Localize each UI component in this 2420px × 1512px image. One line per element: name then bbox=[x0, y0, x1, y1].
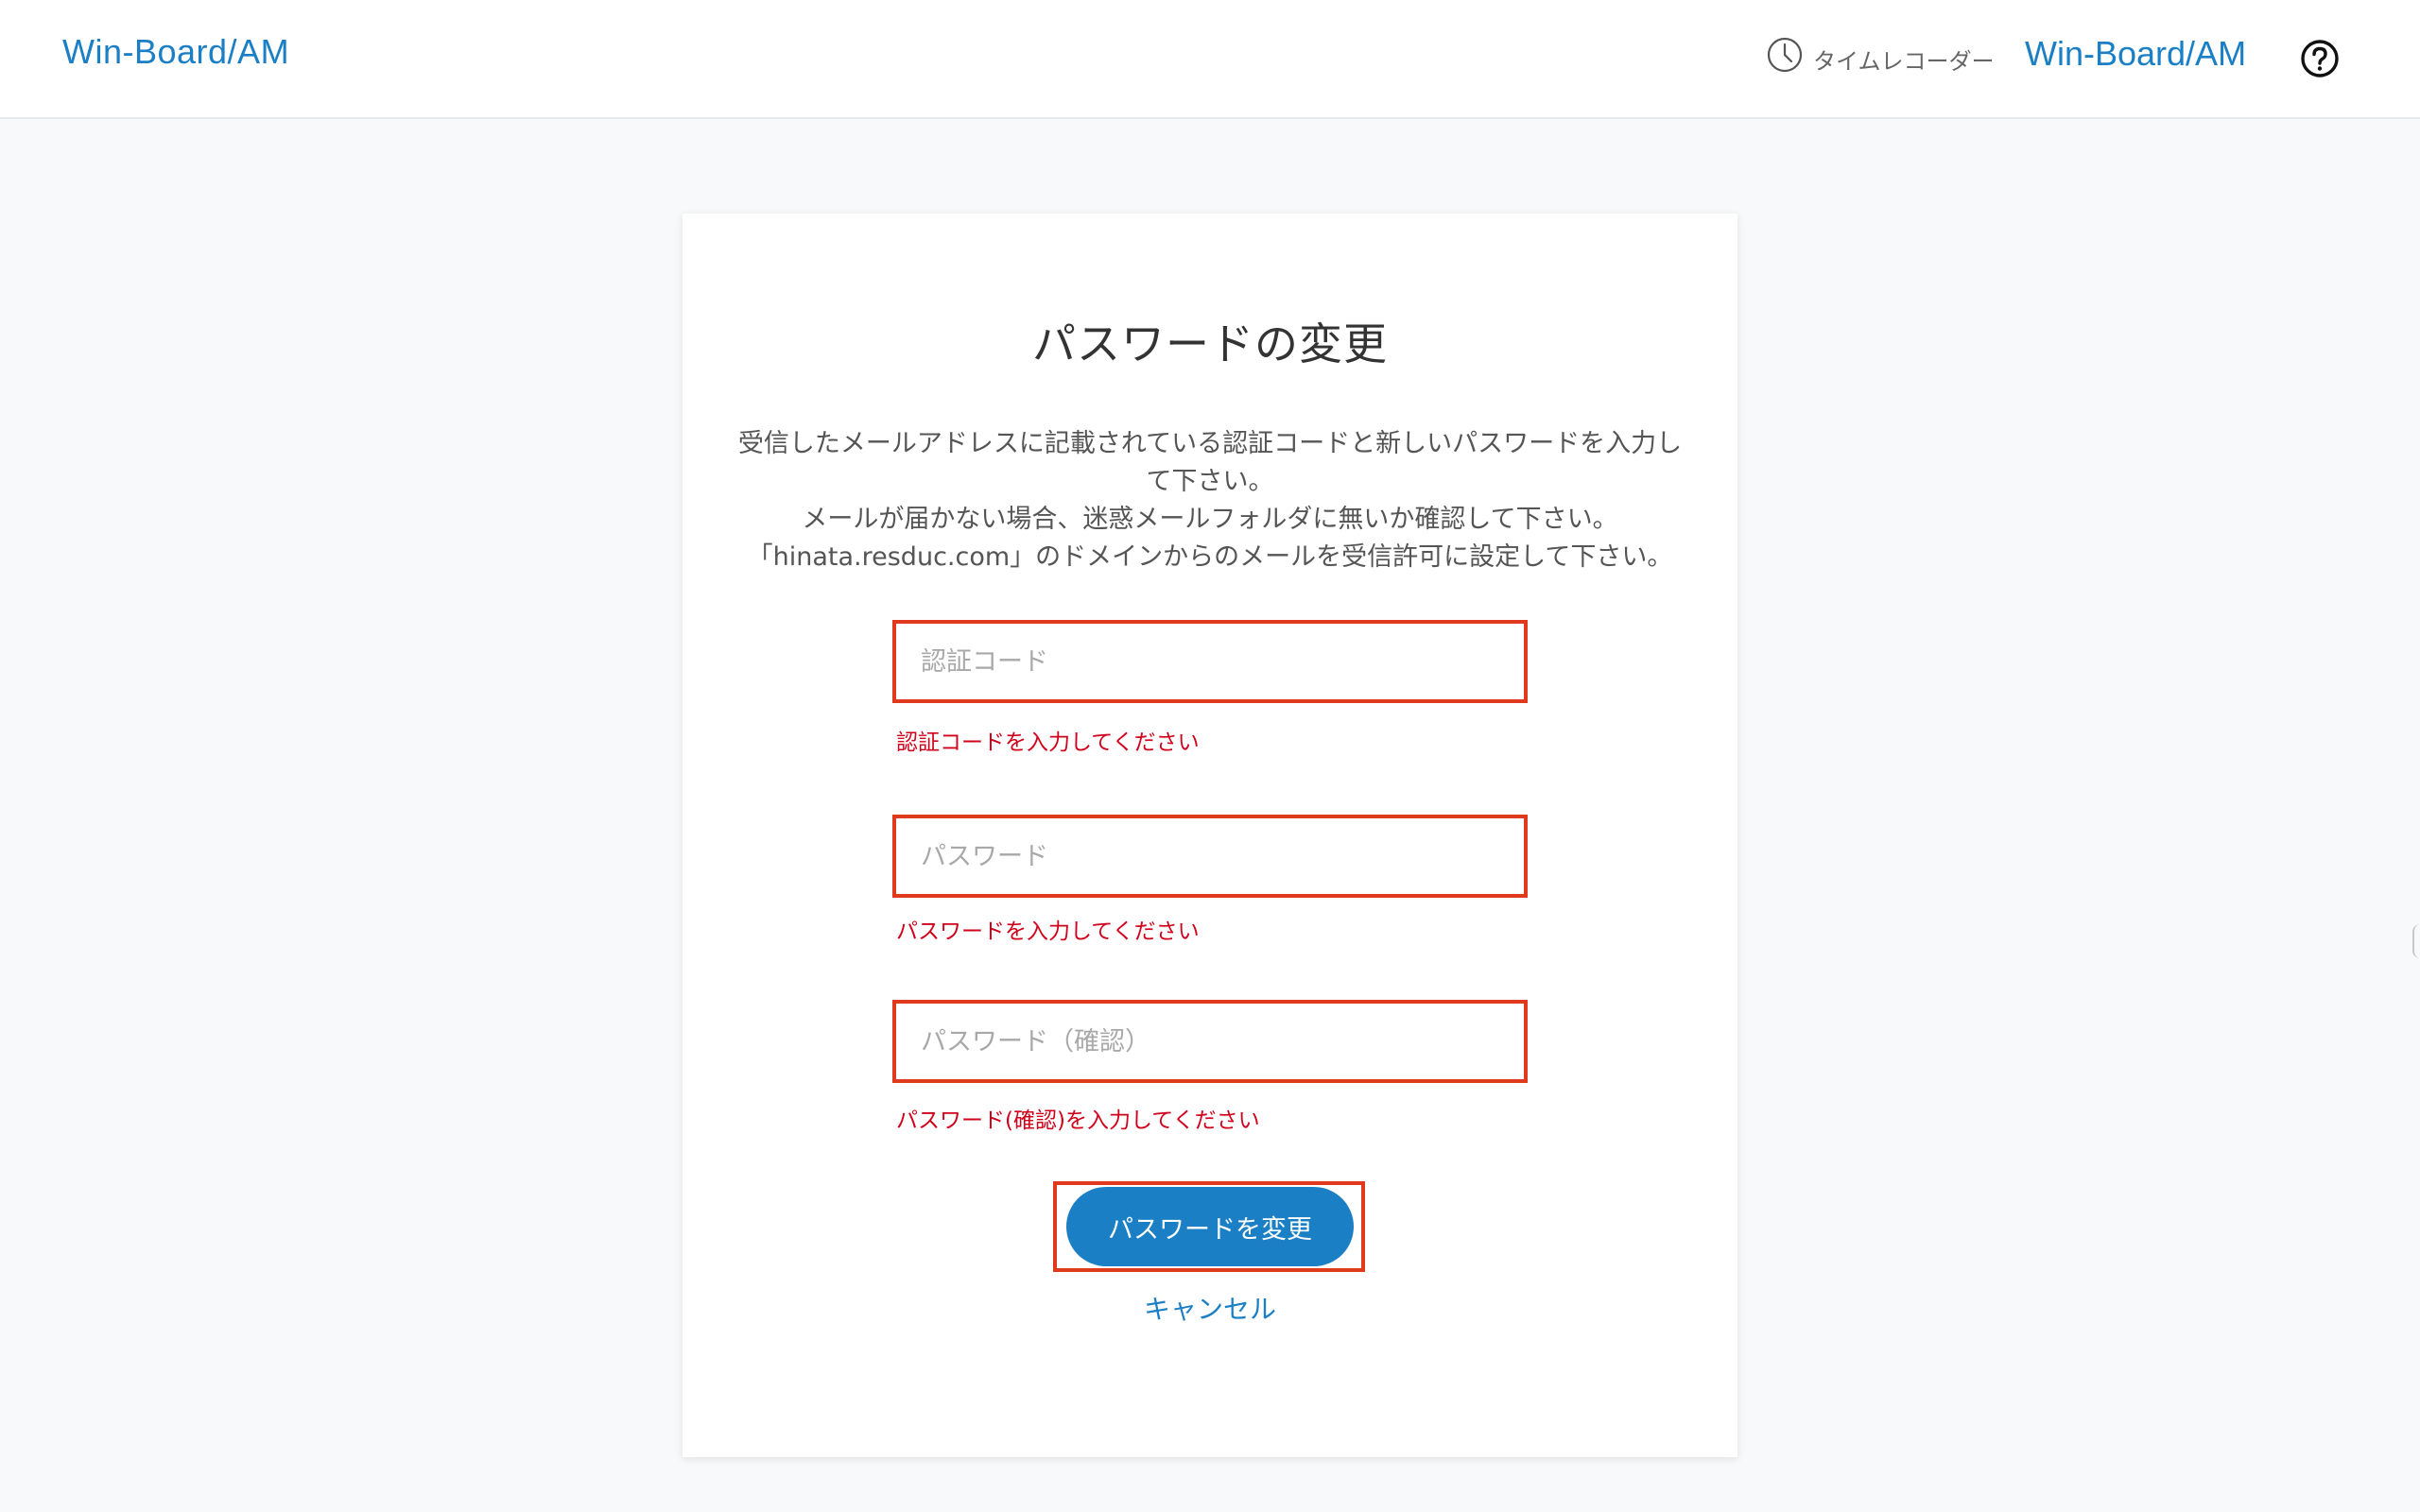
password-confirm-field[interactable] bbox=[892, 1000, 1528, 1083]
verification-code-input[interactable] bbox=[896, 624, 1524, 699]
password-confirm-input[interactable] bbox=[896, 1004, 1524, 1079]
help-icon[interactable] bbox=[2299, 38, 2341, 79]
password-field[interactable] bbox=[892, 815, 1528, 898]
clock-icon[interactable] bbox=[1766, 36, 1804, 74]
brand-logo[interactable]: Win-Board/AM bbox=[62, 32, 289, 72]
page-title: パスワードの変更 bbox=[1032, 318, 1388, 369]
instructions-line-3: メールが届かない場合、迷惑メールフォルダに無いか確認して下さい。 bbox=[802, 505, 1618, 534]
verification-code-field[interactable] bbox=[892, 620, 1528, 703]
instructions-line-1: 受信したメールアドレスに記載されている認証コードと新しいパスワードを入力し bbox=[737, 429, 1683, 458]
brand-link-right[interactable]: Win-Board/AM bbox=[2025, 34, 2246, 74]
instructions-text: 受信したメールアドレスに記載されている認証コードと新しいパスワードを入力し て下… bbox=[720, 425, 1700, 576]
password-input[interactable] bbox=[896, 818, 1524, 894]
verification-code-error: 認証コードを入力してください bbox=[896, 730, 1200, 755]
cancel-link[interactable]: キャンセル bbox=[683, 1289, 1737, 1327]
scroll-edge-handle bbox=[2412, 924, 2420, 958]
time-recorder-link[interactable]: タイムレコーダー bbox=[1813, 43, 1995, 76]
password-error: パスワードを入力してください bbox=[896, 919, 1200, 944]
instructions-line-4: 「hinata.resduc.com」のドメインからのメールを受信許可に設定して… bbox=[747, 542, 1673, 572]
password-change-card: パスワードの変更 受信したメールアドレスに記載されている認証コードと新しいパスワ… bbox=[683, 214, 1737, 1457]
app-header: Win-Board/AM タイムレコーダー Win-Board/AM bbox=[0, 0, 2420, 119]
instructions-line-2: て下さい。 bbox=[1146, 467, 1274, 496]
change-password-button[interactable]: パスワードを変更 bbox=[1066, 1187, 1354, 1266]
password-confirm-error: パスワード(確認)を入力してください bbox=[896, 1108, 1260, 1133]
